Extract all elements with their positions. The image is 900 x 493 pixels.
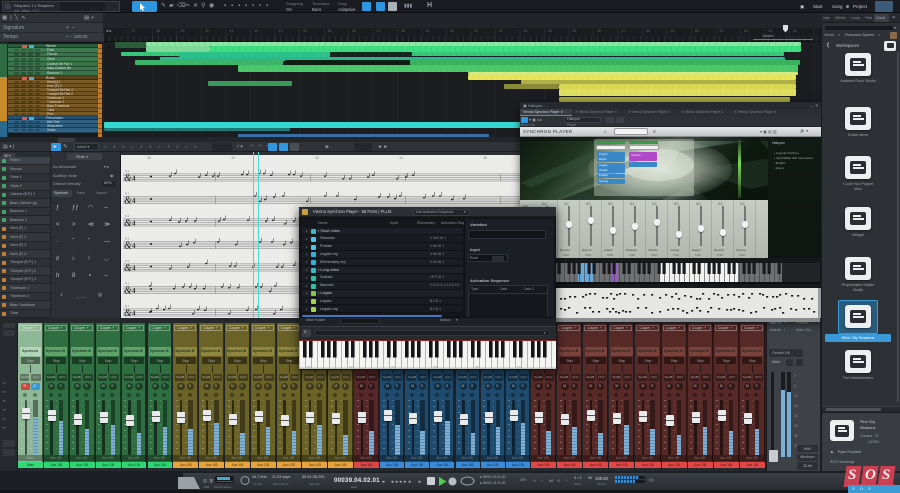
svg-text:4: 4 — [132, 242, 136, 250]
svg-text:C4: C4 — [433, 365, 437, 369]
svg-text:&: & — [124, 308, 132, 318]
svg-text:C2: C2 — [349, 365, 353, 369]
svg-text:C3: C3 — [391, 365, 395, 369]
svg-text:4: 4 — [132, 220, 136, 228]
svg-text:&: & — [124, 218, 132, 229]
svg-text:&: & — [124, 286, 132, 297]
svg-text:C6: C6 — [517, 365, 521, 369]
svg-text:Fl.1: Fl.1 — [125, 237, 130, 241]
svg-text:C5: C5 — [475, 365, 479, 369]
svg-text:4: 4 — [132, 287, 136, 295]
svg-text:4: 4 — [132, 265, 136, 273]
svg-text:Fl.1: Fl.1 — [125, 259, 130, 263]
svg-text:&: & — [124, 263, 132, 274]
svg-text:4: 4 — [132, 310, 136, 318]
svg-text:&: & — [124, 241, 132, 252]
svg-text:&: & — [124, 196, 132, 207]
svg-text:Fl.1: Fl.1 — [125, 304, 130, 308]
svg-text:4: 4 — [132, 175, 136, 183]
svg-text:Fl.1: Fl.1 — [125, 192, 130, 196]
svg-text:4: 4 — [132, 197, 136, 205]
svg-text:Fl.1: Fl.1 — [125, 282, 130, 286]
svg-text:C1: C1 — [307, 365, 311, 369]
svg-text:Fl.1: Fl.1 — [125, 214, 130, 218]
svg-text:&: & — [124, 173, 132, 184]
svg-text:Fl.1: Fl.1 — [125, 169, 130, 173]
